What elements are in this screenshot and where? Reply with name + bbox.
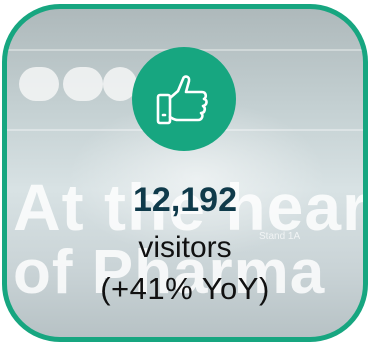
visitor-count: 12,192	[133, 181, 237, 219]
icon-badge	[132, 47, 236, 151]
background-pill	[63, 67, 103, 101]
background-pill	[19, 67, 59, 101]
yoy-change: (+41% YoY)	[100, 271, 270, 306]
stat-card: At the heart of Pharma Stand 1A 12,192 v…	[2, 4, 368, 342]
thumbs-up-icon	[156, 75, 208, 125]
visitor-label: visitors	[138, 231, 232, 264]
